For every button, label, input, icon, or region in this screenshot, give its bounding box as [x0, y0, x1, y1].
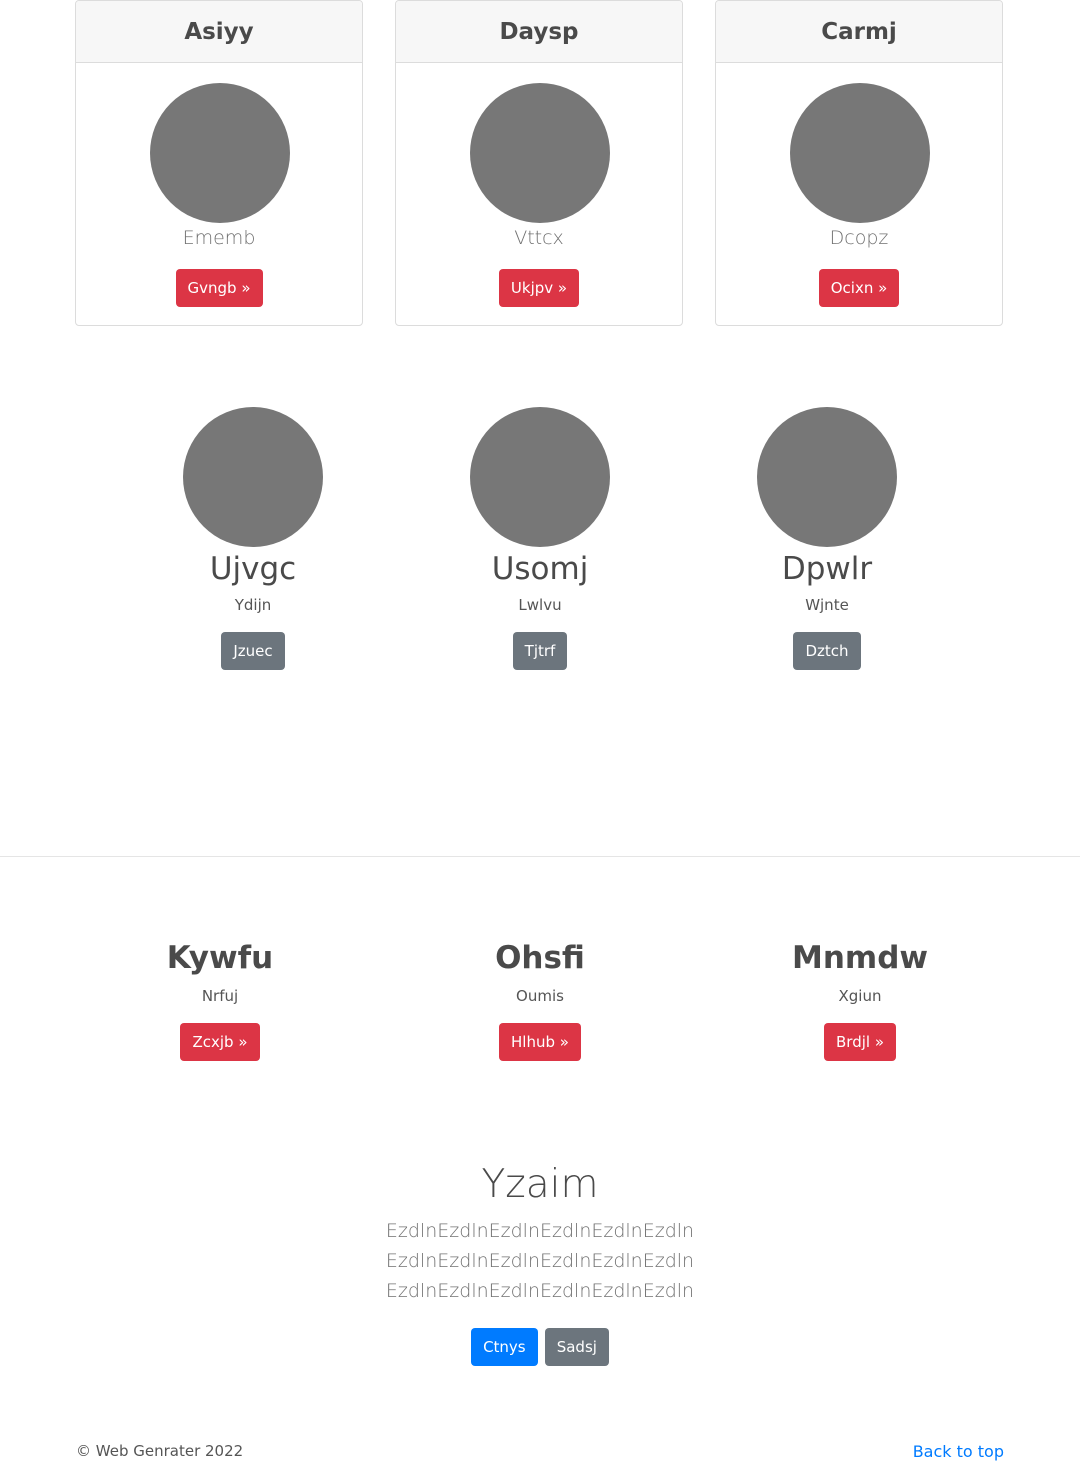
feature-subtitle: Oumis	[516, 987, 564, 1005]
avatar	[183, 407, 323, 547]
feature-button[interactable]: Brdjl »	[824, 1023, 896, 1061]
profile-usomj: Usomj Lwlvu Tjtrf	[430, 407, 650, 670]
section-divider	[0, 856, 1080, 857]
avatar	[470, 83, 610, 223]
card-button[interactable]: Gvngb »	[175, 269, 263, 307]
profile-name: Dpwlr	[781, 551, 873, 587]
card-title: Asiyy	[76, 1, 362, 63]
card-subtitle: Dcopz	[829, 227, 889, 249]
feature-ohsfi: Ohsfi Oumis Hlhub »	[390, 938, 690, 1061]
profile-ujvgc: Ujvgc Ydijn Jzuec	[143, 407, 363, 670]
feature-mnmdw: Mnmdw Xgiun Brdjl »	[710, 938, 1010, 1061]
avatar	[757, 407, 897, 547]
card-title: Daysp	[396, 1, 682, 63]
profile-subtitle: Lwlvu	[518, 596, 562, 614]
card-daysp: Daysp Vttcx Ukjpv »	[395, 0, 683, 326]
avatar	[470, 407, 610, 547]
feature-title: Mnmdw	[791, 940, 929, 976]
feature-title: Kywfu	[166, 940, 274, 976]
profile-button[interactable]: Tjtrf	[512, 632, 568, 670]
page: Asiyy Ememb Gvngb » Daysp Vttcx Ukjpv » …	[0, 0, 1080, 1464]
profile-button[interactable]: Jzuec	[221, 632, 285, 670]
profile-name: Ujvgc	[209, 551, 297, 587]
profile-subtitle: Ydijn	[234, 596, 272, 614]
footer-copyright: © Web Genrater 2022	[76, 1442, 244, 1460]
profile-button[interactable]: Dztch	[793, 632, 861, 670]
feature-title: Ohsfi	[495, 940, 585, 976]
hero-text: EzdlnEzdlnEzdlnEzdlnEzdlnEzdln EzdlnEzdl…	[385, 1220, 695, 1302]
secondary-button[interactable]: Sadsj	[544, 1328, 609, 1366]
card-title: Carmj	[716, 1, 1002, 63]
card-button[interactable]: Ukjpv »	[498, 269, 580, 307]
hero-buttons: Ctnys Sadsj	[240, 1328, 840, 1366]
card-subtitle: Ememb	[182, 227, 256, 249]
profile-dpwlr: Dpwlr Wjnte Dztch	[717, 407, 937, 670]
feature-button[interactable]: Zcxjb »	[180, 1023, 260, 1061]
feature-subtitle: Xgiun	[838, 987, 882, 1005]
feature-subtitle: Nrfuj	[201, 987, 239, 1005]
card-button[interactable]: Ocixn »	[818, 269, 900, 307]
card-subtitle: Vttcx	[514, 227, 564, 249]
card-asiyy: Asiyy Ememb Gvngb »	[75, 0, 363, 326]
primary-button[interactable]: Ctnys	[471, 1328, 538, 1366]
profile-name: Usomj	[491, 551, 589, 587]
profile-subtitle: Wjnte	[805, 596, 849, 614]
avatar	[150, 83, 290, 223]
feature-button[interactable]: Hlhub »	[499, 1023, 581, 1061]
avatar	[790, 83, 930, 223]
card-carmj: Carmj Dcopz Ocixn »	[715, 0, 1003, 326]
back-to-top-link[interactable]: Back to top	[913, 1442, 1004, 1461]
hero-section: Yzaim EzdlnEzdlnEzdlnEzdlnEzdlnEzdln Ezd…	[240, 1160, 840, 1366]
feature-kywfu: Kywfu Nrfuj Zcxjb »	[70, 938, 370, 1061]
hero-title: Yzaim	[481, 1162, 599, 1207]
